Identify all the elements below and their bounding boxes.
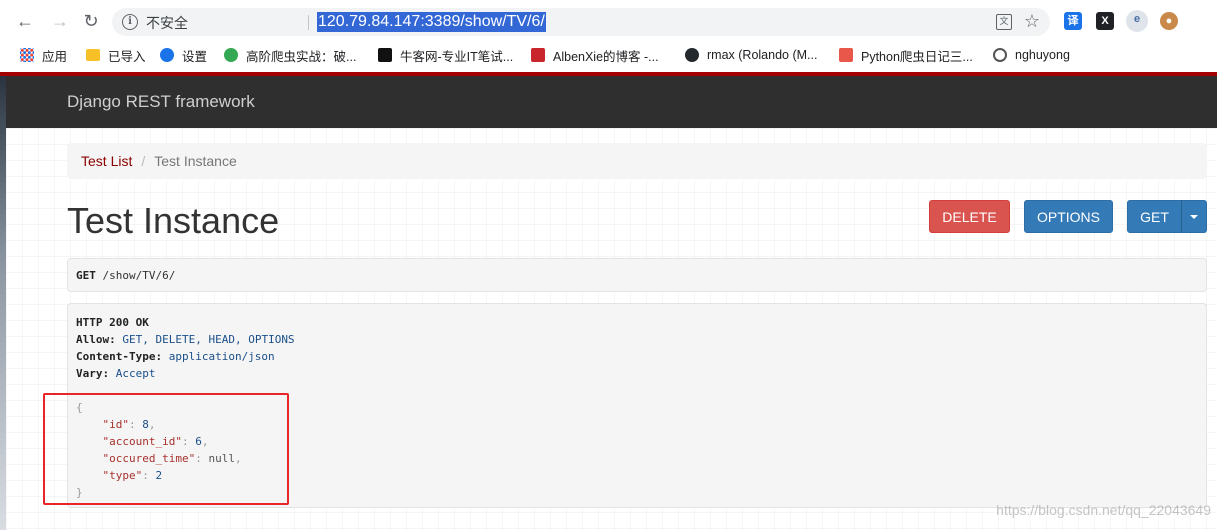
bookmark-settings[interactable]: 设置 (160, 46, 207, 64)
json-body: { (76, 401, 83, 414)
response-header: Allow: GET, DELETE, HEAD, OPTIONS (76, 333, 295, 346)
response-info: HTTP 200 OK Allow: GET, DELETE, HEAD, OP… (67, 303, 1207, 508)
blue-extension-icon[interactable]: e (1126, 10, 1148, 32)
translate-extension-icon[interactable]: 译 (1064, 12, 1082, 30)
info-icon[interactable]: i (122, 14, 138, 30)
reload-icon[interactable]: ↻ (79, 9, 103, 33)
security-label[interactable]: 不安全 (146, 13, 188, 33)
bookmark-nowcoder[interactable]: 牛客网-专业IT笔试... (378, 46, 513, 64)
translate-icon[interactable]: 文 (996, 14, 1012, 30)
bookmark-albenxie[interactable]: AlbenXie的博客 -... (531, 46, 659, 64)
apps-grid-icon (20, 48, 34, 62)
github-icon (685, 48, 699, 62)
folder-icon (86, 49, 100, 61)
navbar: Django REST framework (6, 76, 1217, 128)
bookmark-imported[interactable]: 已导入 (86, 46, 146, 64)
breadcrumb-test-list[interactable]: Test List (81, 153, 132, 169)
json-field: "account_id": 6, (102, 435, 209, 448)
response-status: HTTP 200 OK (76, 316, 149, 329)
bookmark-crawler[interactable]: 高阶爬虫实战：破... (224, 46, 356, 64)
nowcoder-icon (378, 48, 392, 62)
get-button[interactable]: GET (1127, 200, 1182, 233)
json-field: "id": 8, (102, 418, 156, 431)
address-bar[interactable]: i 不安全 120.79.84.147:3389/show/TV/6/ 文 ☆ (112, 8, 1050, 36)
page-title: Test Instance (67, 200, 280, 241)
response-header: Content-Type: application/json (76, 350, 275, 363)
bookmark-star-icon[interactable]: ☆ (1024, 11, 1040, 32)
csdn-c-icon (531, 48, 545, 62)
watermark: https://blog.csdn.net/qq_22043649 (996, 502, 1211, 518)
bookmark-apps[interactable]: 应用 (20, 46, 67, 64)
breadcrumb-separator: / (141, 153, 146, 169)
jian-icon (839, 48, 853, 62)
breadcrumb: Test List / Test Instance (67, 143, 1207, 179)
brand-link[interactable]: Django REST framework (67, 92, 255, 112)
json-field: "type": 2 (102, 469, 163, 482)
cookie-extension-icon[interactable]: ● (1160, 12, 1178, 30)
breadcrumb-test-instance: Test Instance (154, 153, 237, 169)
forward-arrow-icon[interactable]: → (48, 9, 72, 33)
options-button[interactable]: OPTIONS (1024, 200, 1113, 233)
bookmark-nghuyong[interactable]: nghuyong (993, 46, 1070, 64)
bookmark-rmax[interactable]: rmax (Rolando (M... (685, 46, 817, 64)
omnibox-divider (308, 15, 309, 30)
globe-icon (993, 48, 1007, 62)
main-content: Test List / Test Instance Test Instance … (6, 128, 1217, 530)
browser-toolbar: ← → ↻ i 不安全 120.79.84.147:3389/show/TV/6… (0, 0, 1217, 42)
get-format-dropdown[interactable] (1181, 200, 1207, 233)
url-text[interactable]: 120.79.84.147:3389/show/TV/6/ (317, 12, 546, 32)
request-method: GET (76, 269, 96, 282)
x-extension-icon[interactable]: X (1096, 12, 1114, 30)
back-arrow-icon[interactable]: ← (13, 9, 37, 33)
c-logo-icon (224, 48, 238, 62)
caret-down-icon (1190, 214, 1198, 219)
response-header: Vary: Accept (76, 367, 156, 380)
json-field: "occured_time": null, (102, 452, 242, 465)
gear-icon (160, 48, 174, 62)
request-info: GET /show/TV/6/ (67, 258, 1207, 292)
bookmark-python-diary[interactable]: Python爬虫日记三... (839, 46, 973, 64)
request-path: /show/TV/6/ (95, 269, 176, 282)
delete-button[interactable]: DELETE (929, 200, 1010, 233)
bookmarks-bar: 应用 已导入 设置 高阶爬虫实战：破... 牛客网-专业IT笔试... Albe… (0, 42, 1217, 68)
